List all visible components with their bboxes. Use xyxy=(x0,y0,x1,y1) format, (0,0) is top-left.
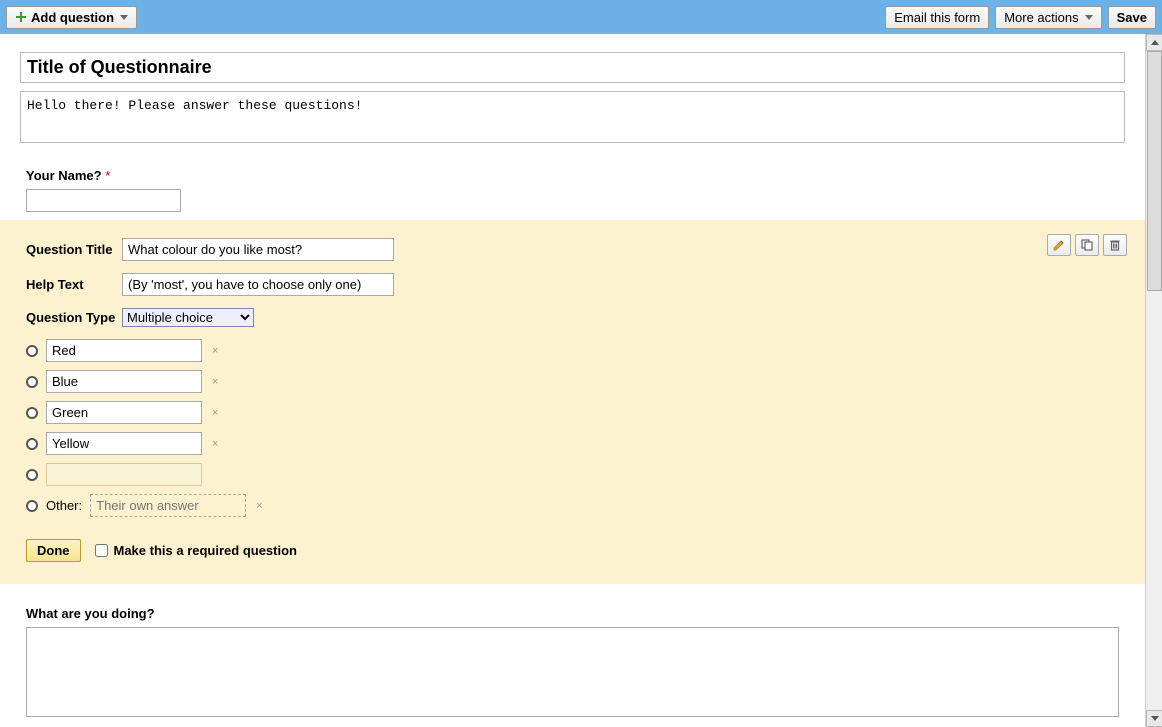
paragraph-answer-input[interactable] xyxy=(26,627,1119,717)
help-text-input[interactable] xyxy=(122,273,394,296)
duplicate-question-button[interactable] xyxy=(1075,234,1099,256)
option-input[interactable] xyxy=(46,339,202,362)
save-label: Save xyxy=(1117,10,1147,25)
done-label: Done xyxy=(37,543,70,558)
email-form-label: Email this form xyxy=(894,10,980,25)
pencil-icon xyxy=(1052,238,1066,252)
radio-icon xyxy=(26,407,38,419)
option-row: × xyxy=(26,370,1119,393)
other-label: Other: xyxy=(46,498,82,513)
option-input[interactable] xyxy=(46,370,202,393)
options-list: × × × × xyxy=(26,339,1119,517)
question-title-input[interactable] xyxy=(122,238,394,261)
question-title-label: Question Title xyxy=(26,242,122,257)
option-input[interactable] xyxy=(46,432,202,455)
add-option-input[interactable] xyxy=(46,463,202,486)
option-row: × xyxy=(26,432,1119,455)
remove-option-button[interactable]: × xyxy=(210,376,220,388)
scrollbar-thumb[interactable] xyxy=(1147,51,1162,291)
scroll-up-button[interactable] xyxy=(1146,34,1162,51)
chevron-down-icon xyxy=(1151,716,1159,721)
remove-option-button[interactable]: × xyxy=(210,407,220,419)
form-title-input[interactable] xyxy=(20,52,1125,83)
plus-icon xyxy=(15,11,27,23)
question-label: Your Name? xyxy=(26,168,102,183)
add-question-label: Add question xyxy=(31,10,114,25)
add-option-row xyxy=(26,463,1119,486)
chevron-up-icon xyxy=(1151,40,1159,45)
required-toggle[interactable]: Make this a required question xyxy=(95,543,298,558)
duplicate-icon xyxy=(1080,238,1094,252)
top-toolbar: Add question Email this form More action… xyxy=(0,0,1162,34)
done-button[interactable]: Done xyxy=(26,539,81,562)
more-actions-button[interactable]: More actions xyxy=(995,6,1101,29)
email-form-button[interactable]: Email this form xyxy=(885,6,989,29)
radio-icon xyxy=(26,500,38,512)
edit-question-button[interactable] xyxy=(1047,234,1071,256)
form-canvas: Hello there! Please answer these questio… xyxy=(0,34,1145,727)
question-preview-name: Your Name? * xyxy=(0,152,1145,220)
save-button[interactable]: Save xyxy=(1108,6,1156,29)
chevron-down-icon xyxy=(1085,15,1093,20)
option-row: × xyxy=(26,339,1119,362)
scroll-down-button[interactable] xyxy=(1146,710,1162,727)
short-answer-input[interactable] xyxy=(26,189,181,212)
question-type-label: Question Type xyxy=(26,310,122,325)
other-option-input[interactable] xyxy=(90,494,246,517)
option-row: × xyxy=(26,401,1119,424)
add-question-button[interactable]: Add question xyxy=(6,6,137,29)
question-label: What are you doing? xyxy=(26,606,155,621)
help-text-label: Help Text xyxy=(26,277,122,292)
remove-option-button[interactable]: × xyxy=(254,500,264,512)
more-actions-label: More actions xyxy=(1004,10,1078,25)
option-input[interactable] xyxy=(46,401,202,424)
radio-icon xyxy=(26,376,38,388)
question-editor: Question Title Help Text Question Type M… xyxy=(0,220,1145,584)
other-option-row: Other: × xyxy=(26,494,1119,517)
remove-option-button[interactable]: × xyxy=(210,345,220,357)
trash-icon xyxy=(1108,238,1122,252)
form-description-input[interactable]: Hello there! Please answer these questio… xyxy=(20,91,1125,143)
required-marker: * xyxy=(105,168,110,183)
radio-icon xyxy=(26,438,38,450)
required-label: Make this a required question xyxy=(114,543,298,558)
remove-option-button[interactable]: × xyxy=(210,438,220,450)
radio-icon xyxy=(26,469,38,481)
radio-icon xyxy=(26,345,38,357)
delete-question-button[interactable] xyxy=(1103,234,1127,256)
required-checkbox[interactable] xyxy=(95,544,108,557)
question-type-select[interactable]: Multiple choice xyxy=(122,308,254,327)
chevron-down-icon xyxy=(120,15,128,20)
vertical-scrollbar[interactable] xyxy=(1145,34,1162,727)
question-preview-paragraph: What are you doing? xyxy=(0,584,1145,727)
